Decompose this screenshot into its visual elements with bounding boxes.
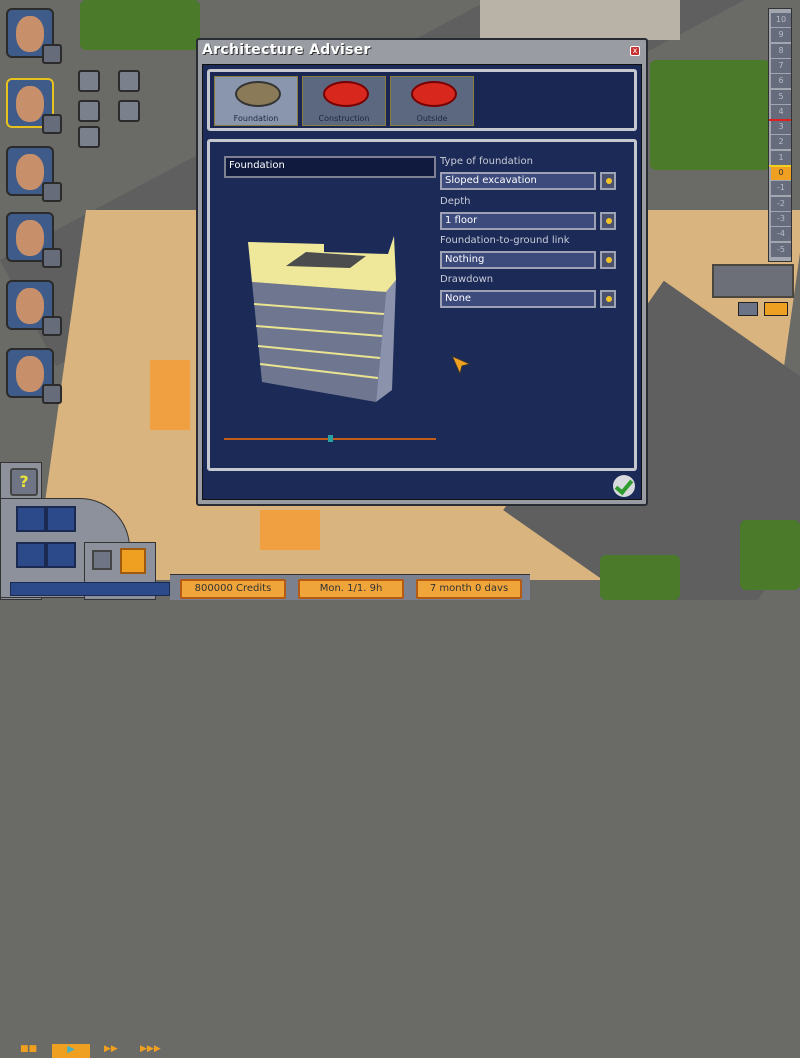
floor-button[interactable]: 8 (771, 43, 791, 58)
floor-button[interactable]: -4 (771, 227, 791, 242)
floor-button[interactable]: -3 (771, 211, 791, 226)
zoom-out-button[interactable] (46, 506, 76, 532)
status-bar: 800000 Credits Mon. 1/1. 9h 7 month 0 da… (170, 574, 530, 600)
rotation-slider[interactable] (224, 435, 436, 442)
drawdown-toggle[interactable] (600, 290, 616, 308)
section-name-field[interactable]: Foundation (224, 156, 436, 178)
depth-toggle[interactable] (600, 212, 616, 230)
traffic-cone-icon (323, 81, 369, 107)
rotate-right-button[interactable] (46, 542, 76, 568)
bulldozer-icon (42, 248, 62, 268)
floor-plan-button[interactable] (78, 70, 100, 92)
adviser-logistics[interactable] (6, 280, 62, 336)
portrait-face (16, 86, 44, 122)
traffic-cone-icon (42, 44, 62, 64)
tab-bar: Foundation Construction Outside (207, 69, 637, 131)
portrait-face (16, 288, 44, 324)
ground-level-marker (769, 165, 791, 167)
foundation-panel: Foundation Type of foundation Sloped exc… (207, 139, 637, 471)
adviser-designer[interactable] (6, 146, 62, 202)
foundation-type-toggle[interactable] (600, 172, 616, 190)
rotate-left-button[interactable] (16, 542, 46, 568)
tab-label: Construction (318, 114, 370, 123)
drawdown-select[interactable]: None (440, 290, 596, 308)
play-button[interactable]: ▶ (52, 1044, 90, 1058)
floor-selector: 10 9 8 7 6 5 4 3 2 1 0 -1 -2 -3 -4 -5 (768, 8, 792, 262)
tab-construction[interactable]: Construction (302, 76, 386, 126)
floor-button[interactable]: -2 (771, 196, 791, 211)
blueprint-edit-button[interactable] (78, 100, 100, 122)
tab-label: Foundation (233, 114, 279, 123)
foundation-pit-icon (235, 81, 281, 107)
ground-link-select[interactable]: Nothing (440, 251, 596, 269)
ground-link-label: Foundation-to-ground link (440, 235, 570, 246)
portrait-face (16, 220, 44, 256)
tree-button[interactable] (78, 126, 100, 148)
set-square-icon (42, 114, 62, 134)
building-preview[interactable] (246, 222, 406, 402)
floor-button[interactable]: 0 (771, 166, 791, 180)
zoom-in-button[interactable] (16, 506, 46, 532)
floor-button[interactable]: 1 (771, 150, 791, 165)
depth-label: Depth (440, 196, 471, 207)
tab-outside[interactable]: Outside (390, 76, 474, 126)
floor-button[interactable]: 3 (771, 120, 791, 135)
foundation-type-label: Type of foundation (440, 156, 533, 167)
dialog-title: Architecture Adviser (202, 42, 371, 58)
floor-button[interactable]: 10 (771, 13, 791, 27)
figures-icon (42, 182, 62, 202)
floor-button[interactable]: 4 (771, 104, 791, 119)
truck-icon (42, 316, 62, 336)
fastest-button[interactable]: ▶▶▶ (140, 1044, 168, 1058)
portrait-face (16, 154, 44, 190)
room-button[interactable] (118, 100, 140, 122)
floor-button[interactable]: 7 (771, 58, 791, 73)
confirm-checkmark-button[interactable] (613, 475, 635, 497)
foundation-type-select[interactable]: Sloped excavation (440, 172, 596, 190)
adviser-construction-worker[interactable] (6, 8, 62, 64)
tab-foundation[interactable]: Foundation (214, 76, 298, 126)
help-button[interactable]: ? (10, 468, 38, 496)
credits-display: 800000 Credits (180, 579, 286, 599)
architecture-adviser-dialog: Architecture Adviser x Foundation Constr… (196, 38, 648, 506)
floor-button[interactable]: 2 (771, 135, 791, 150)
max-height-marker (769, 119, 791, 122)
floor-button[interactable]: -1 (771, 181, 791, 196)
mouse-cursor-icon (451, 355, 472, 376)
fast-forward-button[interactable]: ▶▶ (104, 1044, 130, 1058)
pause-button[interactable]: ■■ (20, 1044, 48, 1058)
date-display: Mon. 1/1. 9h (298, 579, 404, 599)
floor-button[interactable]: 9 (771, 28, 791, 43)
adviser-architect[interactable] (6, 78, 62, 134)
traffic-cone-icon (411, 81, 457, 107)
minimap-preview[interactable] (712, 264, 794, 298)
paths-view-button[interactable] (764, 302, 788, 316)
portrait-face (16, 16, 44, 52)
portrait-face (16, 356, 44, 392)
control-panel: ? ■■ ▶ ▶▶ ▶▶▶ (0, 462, 180, 1058)
floor-button[interactable]: -5 (771, 242, 791, 257)
adviser-engineer[interactable] (6, 212, 62, 268)
slider-thumb[interactable] (328, 435, 333, 442)
close-icon[interactable]: x (630, 46, 640, 56)
dialog-body: Foundation Construction Outside Foundati… (202, 64, 642, 500)
people-view-button[interactable] (738, 302, 758, 316)
drawdown-label: Drawdown (440, 274, 494, 285)
layer-toggle-button[interactable] (120, 548, 146, 574)
floor-button[interactable]: 5 (771, 89, 791, 104)
bar-chart-icon (42, 384, 62, 404)
tab-label: Outside (416, 114, 448, 123)
depth-select[interactable]: 1 floor (440, 212, 596, 230)
building-checklist-button[interactable] (118, 70, 140, 92)
ground-link-toggle[interactable] (600, 251, 616, 269)
color-palette-button[interactable] (92, 550, 112, 570)
floor-button[interactable]: 6 (771, 74, 791, 89)
duration-display: 7 month 0 davs (416, 579, 522, 599)
adviser-accountant[interactable] (6, 348, 62, 404)
